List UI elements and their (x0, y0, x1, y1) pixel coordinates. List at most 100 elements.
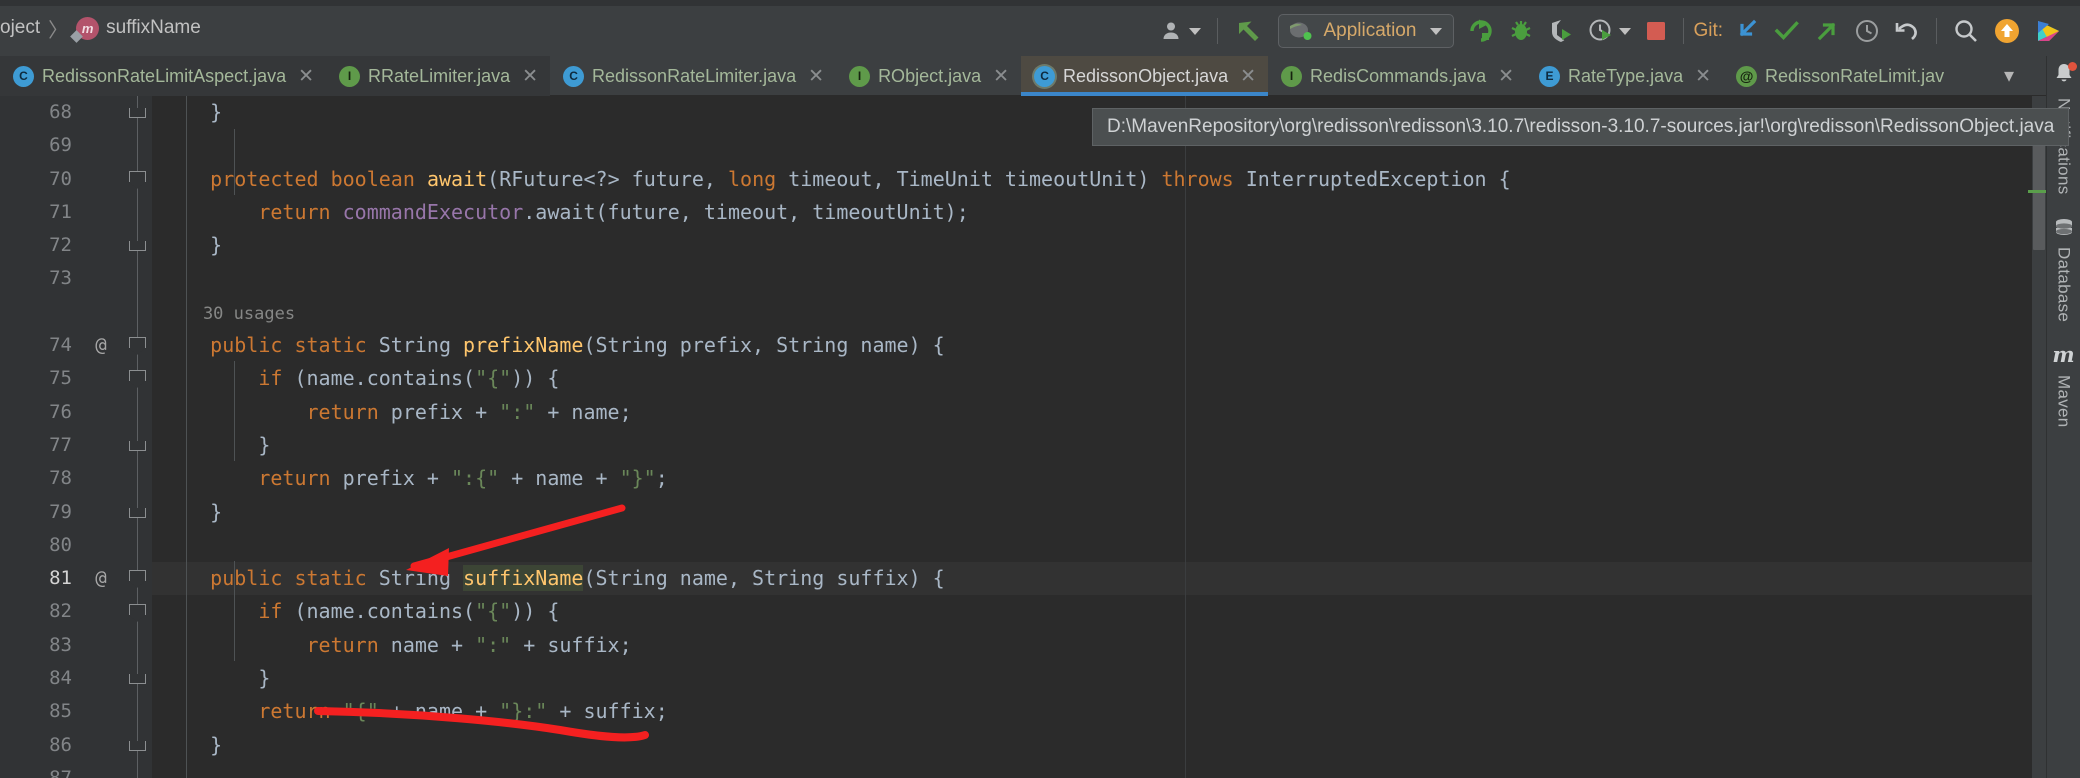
ide-logo-icon[interactable] (2028, 11, 2070, 51)
run-configuration-selector[interactable]: Application (1271, 11, 1461, 51)
close-icon[interactable]: ✕ (808, 66, 824, 86)
rollback-icon[interactable] (1887, 11, 1927, 51)
database-icon[interactable] (2053, 217, 2075, 239)
fold-marker-mid[interactable] (128, 370, 146, 391)
editor-gutter[interactable]: 68 69 70 71 72 73 74 75 76 77 78 79 80 81 82 83 84 85 86 87… (0, 96, 124, 778)
chevron-down-icon[interactable] (1189, 27, 1202, 35)
code-line[interactable]: return prefix + ":" + name; (152, 396, 2046, 429)
update-available-icon[interactable] (1986, 11, 2028, 51)
code-line[interactable]: return name + ":" + suffix; (152, 629, 2046, 662)
gutter-annotation-column[interactable]: @ @ (78, 96, 124, 778)
fold-marker-bot[interactable] (129, 241, 146, 252)
code-line[interactable]: return commandExecutor.await(future, tim… (152, 196, 2046, 229)
chevron-down-icon[interactable] (1430, 27, 1443, 35)
code-line[interactable]: } (152, 496, 2046, 529)
code-token: name + (378, 632, 476, 657)
code-line[interactable]: protected boolean await(RFuture<?> futur… (152, 163, 2046, 196)
usage-hint-line[interactable]: 30 usages (152, 296, 2046, 329)
code-line[interactable]: return prefix + ":{" + name + "}"; (152, 462, 2046, 495)
editor-tab-redissonratelimit.jav[interactable]: @ RedissonRateLimit.jav (1723, 56, 1956, 96)
code-line[interactable] (152, 262, 2046, 295)
editor-tab-redissonratelimitaspect[interactable]: C RedissonRateLimitAspect.java ✕ (0, 56, 327, 96)
code-line[interactable]: } (152, 229, 2046, 262)
fold-marker-bot[interactable] (129, 740, 146, 751)
line-number: 70 (49, 167, 72, 190)
user-avatar-icon[interactable] (1155, 11, 1208, 51)
debug-icon[interactable] (1501, 11, 1541, 51)
close-icon[interactable]: ✕ (1240, 66, 1256, 86)
fold-marker-bot[interactable] (129, 674, 146, 685)
stop-icon[interactable] (1638, 11, 1674, 51)
fold-marker-bot[interactable] (129, 507, 146, 518)
fold-marker-mid[interactable] (128, 603, 146, 624)
fold-marker-bot[interactable] (129, 441, 146, 451)
bell-icon[interactable] (2053, 62, 2077, 90)
code-token: throws (1161, 166, 1234, 191)
code-text-area[interactable]: } protected boolean await(RFuture<?> fut… (152, 96, 2046, 778)
close-icon[interactable]: ✕ (993, 66, 1009, 86)
code-line[interactable]: if (name.contains("{")) { (152, 595, 2046, 628)
search-icon[interactable] (1946, 11, 1986, 51)
commit-icon[interactable] (1767, 11, 1807, 51)
git-label: Git: (1693, 20, 1723, 41)
history-icon[interactable] (1847, 11, 1887, 51)
breadcrumb-project[interactable]: oject (0, 17, 40, 39)
code-token: + name; (535, 399, 632, 424)
tab-label: RedissonRateLimiter.java (592, 65, 797, 86)
code-token: .await(future, timeout, timeoutUnit); (523, 199, 969, 224)
code-folding-column[interactable] (124, 96, 152, 778)
fold-marker-mid[interactable] (128, 337, 146, 358)
close-icon[interactable]: ✕ (298, 66, 314, 86)
code-line[interactable]: } (152, 662, 2046, 695)
code-line[interactable]: return "{" + name + "}:" + suffix; (152, 695, 2046, 728)
editor-tab-redissonobject[interactable]: C RedissonObject.java ✕ (1021, 56, 1269, 96)
close-icon[interactable]: ✕ (522, 66, 538, 86)
main-toolbar: oject 〉 m suffixName Application Git: (0, 0, 2080, 56)
fold-marker-mid[interactable] (128, 170, 146, 191)
undo-arrow-icon[interactable] (1227, 11, 1271, 51)
tab-label: RedissonRateLimitAspect.java (42, 65, 287, 86)
chevron-down-icon[interactable]: ▾ (1990, 63, 2028, 88)
close-icon[interactable]: ✕ (1498, 66, 1514, 86)
editor-tab-rediscommands[interactable]: I RedisCommands.java ✕ (1268, 56, 1526, 96)
maven-icon[interactable]: m (2052, 342, 2074, 367)
editor-tab-robject[interactable]: I RObject.java ✕ (836, 56, 1021, 96)
editor-tab-rratelimiter[interactable]: I RRateLimiter.java ✕ (326, 56, 551, 96)
run-coverage-icon[interactable] (1541, 11, 1581, 51)
code-line[interactable]: public static String suffixName(String n… (152, 562, 2046, 596)
indent-guide (186, 96, 188, 778)
chevron-down-icon[interactable] (1619, 27, 1632, 35)
editor-tab-ratetype[interactable]: E RateType.java ✕ (1526, 56, 1723, 96)
sidebar-item-database[interactable]: Database (2054, 247, 2074, 322)
run-icon[interactable] (1461, 11, 1501, 51)
close-icon[interactable]: ✕ (1695, 66, 1711, 86)
gutter-slot (78, 629, 124, 662)
profiler-icon[interactable] (1581, 11, 1638, 51)
fold-marker-bot[interactable] (129, 108, 146, 118)
gutter-slot (78, 96, 124, 129)
override-marker-icon[interactable]: @ (78, 562, 124, 595)
usage-count-label[interactable]: 30 usages (162, 304, 295, 324)
code-editor[interactable]: 68 69 70 71 72 73 74 75 76 77 78 79 80 81 82 83 84 85 86 87… (0, 96, 2046, 778)
push-icon[interactable] (1807, 11, 1847, 51)
code-token: InterruptedException { (1233, 166, 1511, 191)
code-line[interactable] (152, 762, 2046, 778)
line-number: 77 (49, 433, 72, 456)
code-line[interactable]: if (name.contains("{")) { (152, 362, 2046, 395)
method-badge-icon: m (76, 16, 100, 40)
code-line[interactable]: public static String prefixName(String p… (152, 329, 2046, 362)
override-marker-icon[interactable]: @ (78, 329, 124, 362)
breadcrumb[interactable]: oject 〉 m suffixName (0, 0, 201, 56)
code-line[interactable] (152, 529, 2046, 562)
tooltip-text: D:\MavenRepository\org\redisson\redisson… (1107, 116, 2055, 137)
editor-tab-redissonratelimiter[interactable]: C RedissonRateLimiter.java ✕ (550, 56, 836, 96)
fold-marker-mid[interactable] (128, 570, 146, 591)
code-line[interactable]: } (152, 729, 2046, 762)
sidebar-item-maven[interactable]: Maven (2054, 375, 2074, 428)
code-line[interactable]: } (152, 429, 2046, 462)
breadcrumb-member[interactable]: suffixName (106, 17, 201, 39)
update-project-icon[interactable] (1727, 11, 1767, 51)
